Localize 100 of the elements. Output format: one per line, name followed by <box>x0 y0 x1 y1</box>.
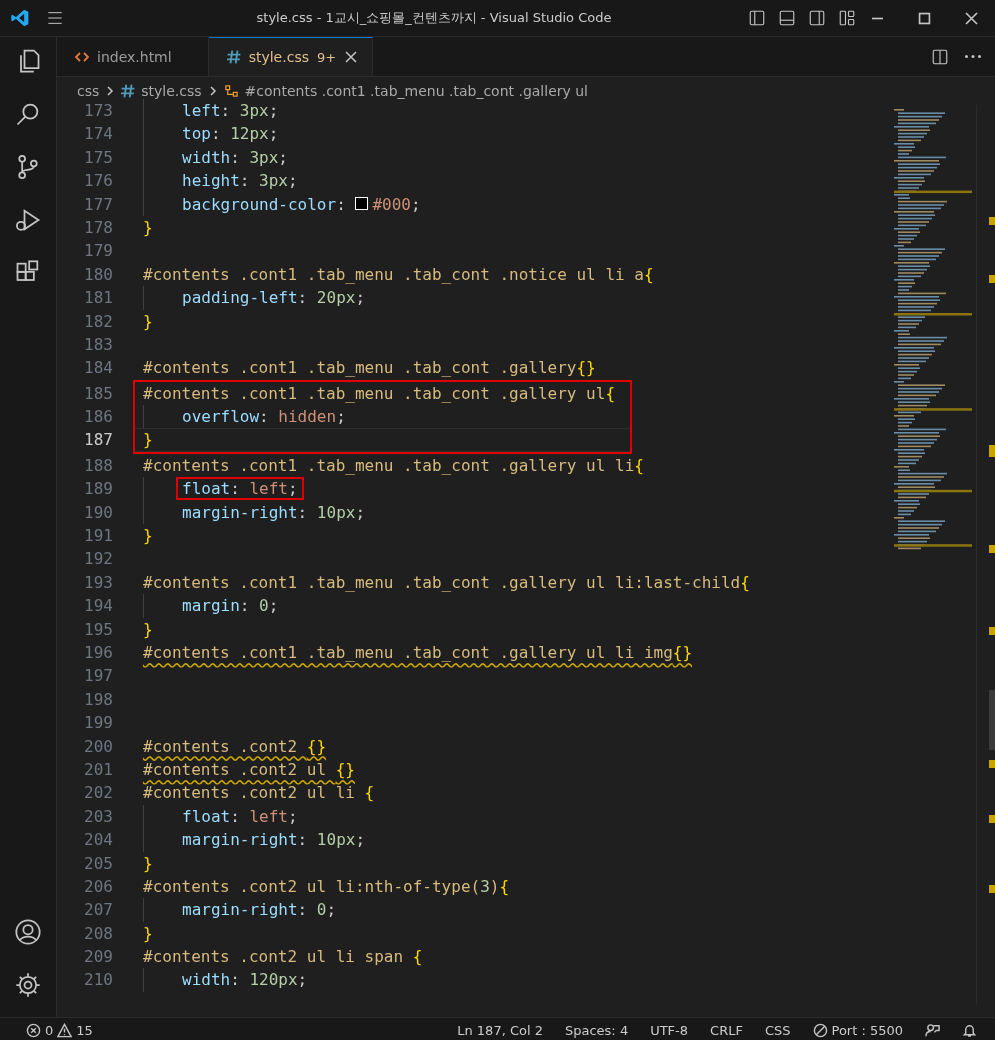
line-number: 173 <box>83 100 114 122</box>
problems-status[interactable]: 0 15 <box>18 1022 101 1038</box>
line-number: 190 <box>83 501 114 524</box>
editor-tab[interactable]: style.css 9+ <box>208 37 374 76</box>
closing-brace: } <box>143 852 153 875</box>
layout-grid-icon <box>838 9 856 27</box>
css-declaration: width: 120px; <box>182 969 308 992</box>
feedback-icon <box>925 1022 940 1038</box>
css-declaration: left: 3px; <box>182 100 279 122</box>
line-number: 181 <box>83 287 114 310</box>
line-number: 186 <box>83 406 114 429</box>
breadcrumb-item[interactable]: #contents .cont1 .tab_menu .tab_cont .gallery ul <box>244 83 588 99</box>
line-number: 185 <box>83 382 114 405</box>
line-number: 200 <box>83 735 114 758</box>
window-title: style.css - 1교시_쇼핑몰_컨텐츠까지 - Visual Studio Code <box>255 9 613 27</box>
live-server-status[interactable]: Port : 5500 <box>804 1022 911 1038</box>
error-icon <box>26 1022 41 1038</box>
css-declaration: float: left; <box>176 477 304 501</box>
line-number: 197 <box>83 665 114 688</box>
css-declaration: margin-right: 10px; <box>182 829 366 852</box>
css-selector: #contents .cont2 ul li span { <box>143 946 423 969</box>
line-number: 208 <box>83 922 114 945</box>
settings-icon <box>14 971 42 999</box>
line-number: 189 <box>83 478 114 501</box>
account-icon <box>14 918 42 946</box>
css-declaration: height: 3px; <box>182 170 298 193</box>
line-number: 184 <box>83 357 114 380</box>
line-number: 188 <box>83 454 114 477</box>
line-number: 207 <box>83 899 114 922</box>
line-ending-status[interactable]: CRLF <box>702 1022 751 1038</box>
css-declaration: top: 12px; <box>182 123 279 146</box>
line-number: 199 <box>83 712 114 735</box>
chevron-icon <box>105 86 116 96</box>
css-declaration: padding-left: 20px; <box>182 287 366 310</box>
line-number: 209 <box>83 946 114 969</box>
css-selector: #contents .cont1 .tab_menu .tab_cont .gallery ul li{ <box>143 454 644 477</box>
css-selector: #contents .cont1 .tab_menu .tab_cont .gallery ul li:last-child{ <box>143 571 750 594</box>
closing-brace: } <box>143 922 153 945</box>
maximize-icon <box>919 12 930 24</box>
line-number: 192 <box>83 548 114 571</box>
line-number: 196 <box>83 642 114 664</box>
encoding-status[interactable]: UTF-8 <box>642 1022 697 1038</box>
line-number: 178 <box>83 216 114 239</box>
line-number: 203 <box>83 805 114 828</box>
line-number: 191 <box>83 525 114 548</box>
line-number: 201 <box>83 758 114 781</box>
close-icon <box>344 50 359 64</box>
css-declaration: float: left; <box>182 805 298 828</box>
css-declaration: background-color: #000; <box>182 193 421 216</box>
line-number: 202 <box>83 782 114 805</box>
html-file-icon <box>75 50 89 64</box>
closing-brace: } <box>143 525 153 548</box>
line-number: 174 <box>83 123 114 146</box>
warning-icon <box>57 1022 73 1038</box>
line-number: 187 <box>83 429 114 452</box>
closing-brace: } <box>143 216 153 239</box>
more-icon <box>965 55 981 58</box>
indentation-status[interactable]: Spaces: 4 <box>557 1022 637 1038</box>
line-number: 193 <box>83 571 114 594</box>
css-declaration: overflow: hidden; <box>182 406 346 429</box>
line-number: 180 <box>83 263 114 286</box>
layout-panel-icon <box>748 9 766 27</box>
css-selector: #contents .cont1 .tab_menu .tab_cont .gallery ul li img{} <box>143 642 693 664</box>
css-selector: #contents .cont2 ul {} <box>143 758 355 781</box>
css-file-icon <box>226 50 241 64</box>
css-selector: #contents .cont1 .tab_menu .tab_cont .notice ul li a{ <box>143 263 654 286</box>
line-number: 195 <box>83 618 114 641</box>
line-number: 206 <box>83 875 114 898</box>
css-declaration: margin-right: 10px; <box>182 501 366 524</box>
line-number: 182 <box>83 310 114 333</box>
css-selector: #contents .cont1 .tab_menu .tab_cont .gallery{} <box>143 357 596 380</box>
bell-icon <box>962 1022 977 1038</box>
line-number: 205 <box>83 852 114 875</box>
line-number: 176 <box>83 170 114 193</box>
breadcrumb-item[interactable]: css <box>77 83 100 99</box>
closing-brace: } <box>143 618 153 641</box>
layout-panel-icon <box>778 9 796 27</box>
breadcrumb-item[interactable]: style.css <box>141 83 202 99</box>
line-number: 204 <box>83 829 114 852</box>
css-declaration: margin: 0; <box>182 595 279 618</box>
line-number: 175 <box>83 146 114 169</box>
css-selector: #contents .cont2 {} <box>143 735 327 758</box>
closing-brace: } <box>143 310 153 333</box>
split-editor-icon <box>931 47 949 66</box>
css-selector: #contents .cont1 .tab_menu .tab_cont .gallery ul{ <box>143 382 615 405</box>
layout-panel-icon <box>808 9 826 27</box>
cursor-position-status[interactable]: Ln 187, Col 2 <box>449 1022 551 1038</box>
line-number: 183 <box>83 333 114 356</box>
css-declaration: margin-right: 0; <box>182 899 337 922</box>
css-declaration: width: 3px; <box>182 146 288 169</box>
css-selector: #contents .cont2 ul li { <box>143 782 375 805</box>
line-number: 179 <box>83 240 114 263</box>
vscode-logo-icon <box>10 8 30 28</box>
prohibited-icon <box>812 1022 828 1038</box>
language-status[interactable]: CSS <box>756 1022 799 1038</box>
line-number: 177 <box>83 193 114 216</box>
css-file-icon <box>121 84 136 98</box>
line-number: 194 <box>83 595 114 618</box>
close-icon <box>966 12 977 24</box>
symbol-icon <box>223 83 239 99</box>
